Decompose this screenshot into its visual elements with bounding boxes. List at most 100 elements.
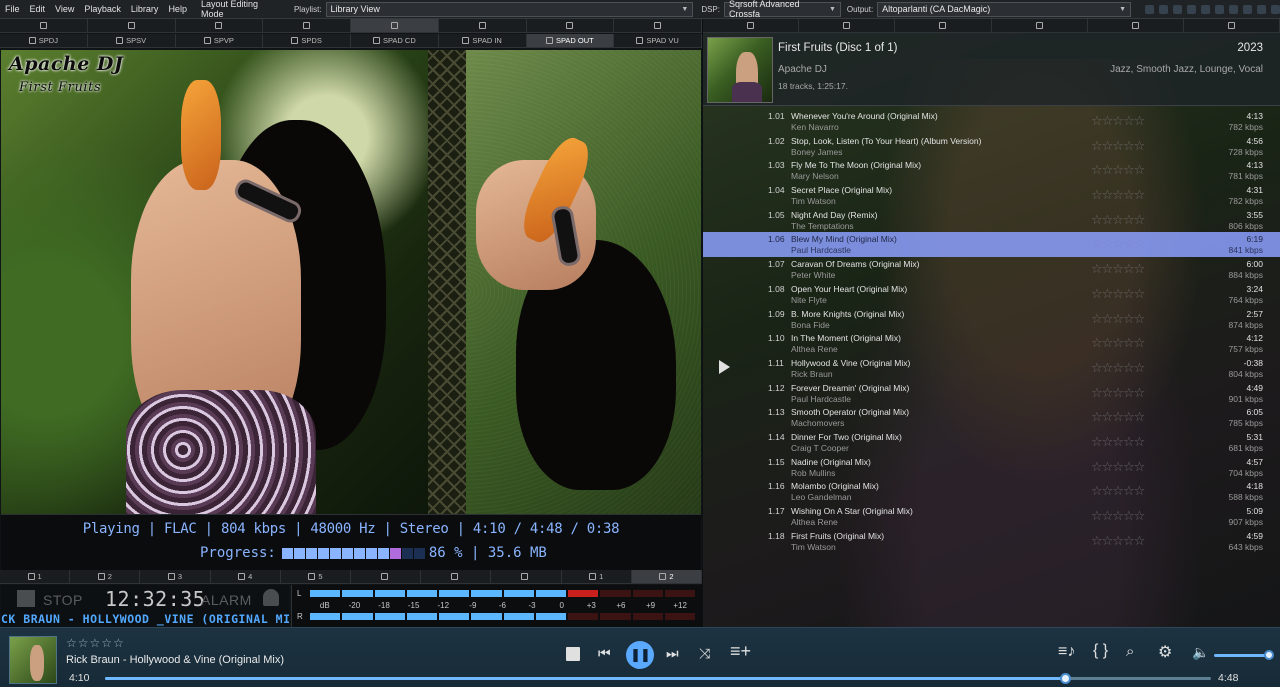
track-row[interactable]: 1.15 Nadine (Original Mix) Rob Mullins 4:57… <box>703 455 1280 480</box>
right-tab-image-icon[interactable] <box>799 19 896 32</box>
track-rating-stars[interactable]: ☆☆☆☆☆ <box>1091 483 1145 499</box>
menu-view[interactable]: View <box>50 4 79 14</box>
volume-speaker-icon[interactable]: 🔈 <box>1192 644 1209 661</box>
track-rating-stars[interactable]: ☆☆☆☆☆ <box>1091 434 1145 450</box>
album-thumbnail[interactable] <box>707 37 773 103</box>
next-track-button[interactable]: ⏭ <box>666 645 679 662</box>
track-row[interactable]: 1.17 Wishing On A Star (Original Mix) Alth… <box>703 504 1280 529</box>
bottom-tab-5[interactable] <box>351 570 422 583</box>
track-row[interactable]: 1.06 Blew My Mind (Original Mix) Paul Hard… <box>703 232 1280 258</box>
right-tab-brush-icon[interactable] <box>1088 19 1184 32</box>
right-tab-document-icon[interactable] <box>703 19 800 32</box>
menu-help[interactable]: Help <box>163 4 192 14</box>
spad-tab-6[interactable]: SPAD OUT <box>526 34 615 47</box>
tray-icon[interactable] <box>1243 4 1253 14</box>
track-rating-stars[interactable]: ☆☆☆☆☆ <box>1091 113 1145 129</box>
track-row[interactable]: 1.01 Whenever You're Around (Original Mix… <box>703 109 1280 134</box>
tray-icon[interactable] <box>1257 4 1267 14</box>
bell-icon[interactable] <box>263 589 279 606</box>
track-row[interactable]: 1.14 Dinner For Two (Original Mix) Craig T… <box>703 430 1280 455</box>
layout-toggle-button[interactable]: { } <box>1093 642 1108 660</box>
bottom-tab-6[interactable] <box>421 570 492 583</box>
pause-button[interactable]: ❚❚ <box>626 641 654 669</box>
shuffle-button[interactable]: ⤨ <box>699 645 710 662</box>
panel-tab-image-icon[interactable] <box>176 19 264 32</box>
menu-edit[interactable]: Edit <box>25 4 51 14</box>
track-rating-stars[interactable]: ☆☆☆☆☆ <box>1091 162 1145 178</box>
track-row[interactable]: 1.13 Smooth Operator (Original Mix) Machom… <box>703 405 1280 430</box>
spad-tab-4[interactable]: SPAD CD <box>351 34 439 47</box>
add-to-queue-button[interactable]: ≡+ <box>730 641 751 662</box>
bottom-tab-4[interactable]: 5 <box>281 570 352 583</box>
spad-tab-7[interactable]: SPAD VU <box>614 34 702 47</box>
right-tab-monitor-icon[interactable] <box>992 19 1088 32</box>
previous-track-button[interactable]: ⏮ <box>598 645 611 662</box>
track-row[interactable]: 1.08 Open Your Heart (Original Mix) Nite F… <box>703 282 1280 307</box>
settings-gear-button[interactable]: ⚙ <box>1158 642 1172 662</box>
track-row[interactable]: 1.04 Secret Place (Original Mix) Tim Watso… <box>703 183 1280 208</box>
bottom-tab-2[interactable]: 3 <box>140 570 211 583</box>
track-rating-stars[interactable]: ☆☆☆☆☆ <box>1091 335 1145 351</box>
bottom-tab-1[interactable]: 2 <box>70 570 141 583</box>
menu-library[interactable]: Library <box>126 4 164 14</box>
spad-tab-1[interactable]: SPSV <box>88 34 176 47</box>
tray-icon[interactable] <box>1215 4 1225 14</box>
stop-icon[interactable] <box>17 590 35 607</box>
menu-playback[interactable]: Playback <box>79 4 126 14</box>
tray-icon[interactable] <box>1229 4 1239 14</box>
track-rating-stars[interactable]: ☆☆☆☆☆ <box>1091 187 1145 203</box>
spad-tab-5[interactable]: SPAD IN <box>439 34 527 47</box>
seek-bar-handle[interactable] <box>1060 673 1071 684</box>
track-rating-stars[interactable]: ☆☆☆☆☆ <box>1091 236 1145 252</box>
track-row[interactable]: 1.02 Stop, Look, Listen (To Your Heart) (… <box>703 134 1280 159</box>
menu-file[interactable]: File <box>0 4 25 14</box>
track-rating-stars[interactable]: ☆☆☆☆☆ <box>1091 212 1145 228</box>
tray-icon[interactable] <box>1145 4 1155 14</box>
track-rating-stars[interactable]: ☆☆☆☆☆ <box>1091 459 1145 475</box>
right-tab-tools-icon[interactable] <box>1184 19 1280 32</box>
volume-slider-handle[interactable] <box>1264 650 1274 660</box>
panel-tab-image-icon[interactable] <box>88 19 176 32</box>
track-rating-stars[interactable]: ☆☆☆☆☆ <box>1091 311 1145 327</box>
track-rating-stars[interactable]: ☆☆☆☆☆ <box>1091 138 1145 154</box>
right-tab-image-icon[interactable] <box>895 19 992 32</box>
panel-tab-image-icon[interactable] <box>263 19 351 32</box>
tray-icon[interactable] <box>1271 4 1280 14</box>
track-rating-stars[interactable]: ☆☆☆☆☆ <box>1091 385 1145 401</box>
tray-icon[interactable] <box>1201 4 1211 14</box>
tray-icon[interactable] <box>1187 4 1197 14</box>
now-playing-rating[interactable]: ☆☆☆☆☆ <box>66 636 125 650</box>
bottom-tab-0[interactable]: 1 <box>0 570 71 583</box>
panel-tab-document-icon[interactable] <box>0 19 88 32</box>
track-row[interactable]: 1.11 Hollywood & Vine (Original Mix) Rick … <box>703 356 1280 381</box>
track-row[interactable]: 1.05 Night And Day (Remix) The Temptations… <box>703 208 1280 233</box>
track-rating-stars[interactable]: ☆☆☆☆☆ <box>1091 360 1145 376</box>
track-row[interactable]: 1.12 Forever Dreamin' (Original Mix) Paul … <box>703 381 1280 406</box>
bottom-tab-8[interactable]: 1 <box>562 570 632 583</box>
track-rating-stars[interactable]: ☆☆☆☆☆ <box>1091 261 1145 277</box>
tray-icon[interactable] <box>1159 4 1169 14</box>
track-rating-stars[interactable]: ☆☆☆☆☆ <box>1091 533 1145 549</box>
track-rating-stars[interactable]: ☆☆☆☆☆ <box>1091 409 1145 425</box>
panel-tab-disc-icon[interactable] <box>351 19 439 32</box>
track-rating-stars[interactable]: ☆☆☆☆☆ <box>1091 508 1145 524</box>
search-button[interactable]: ⌕ <box>1126 643 1134 660</box>
panel-tab-monitor-icon[interactable] <box>439 19 527 32</box>
playlist-view-button[interactable]: ≡♪ <box>1058 643 1075 661</box>
dsp-select[interactable]: Sqrsoft Advanced Crossfa ▼ <box>723 0 841 19</box>
track-rating-stars[interactable]: ☆☆☆☆☆ <box>1091 286 1145 302</box>
panel-tab-gear-icon[interactable] <box>614 19 702 32</box>
playlist-select[interactable]: Library View ▼ <box>325 1 694 17</box>
stop-button[interactable] <box>566 647 580 661</box>
tray-icon[interactable] <box>1173 4 1183 14</box>
track-row[interactable]: 1.07 Caravan Of Dreams (Original Mix) Pete… <box>703 257 1280 282</box>
seek-bar[interactable] <box>105 673 1211 684</box>
spad-tab-2[interactable]: SPVP <box>176 34 264 47</box>
menu-layout-editing-mode[interactable]: Layout Editing Mode <box>196 0 288 19</box>
track-row[interactable]: 1.18 First Fruits (Original Mix) Tim Watso… <box>703 529 1280 554</box>
track-row[interactable]: 1.16 Molambo (Original Mix) Leo Gandelman 4… <box>703 479 1280 504</box>
track-row[interactable]: 1.03 Fly Me To The Moon (Original Mix) Mar… <box>703 158 1280 183</box>
now-playing-thumbnail[interactable] <box>9 636 57 684</box>
track-row[interactable]: 1.10 In The Moment (Original Mix) Althea R… <box>703 331 1280 356</box>
bottom-tab-3[interactable]: 4 <box>211 570 281 583</box>
